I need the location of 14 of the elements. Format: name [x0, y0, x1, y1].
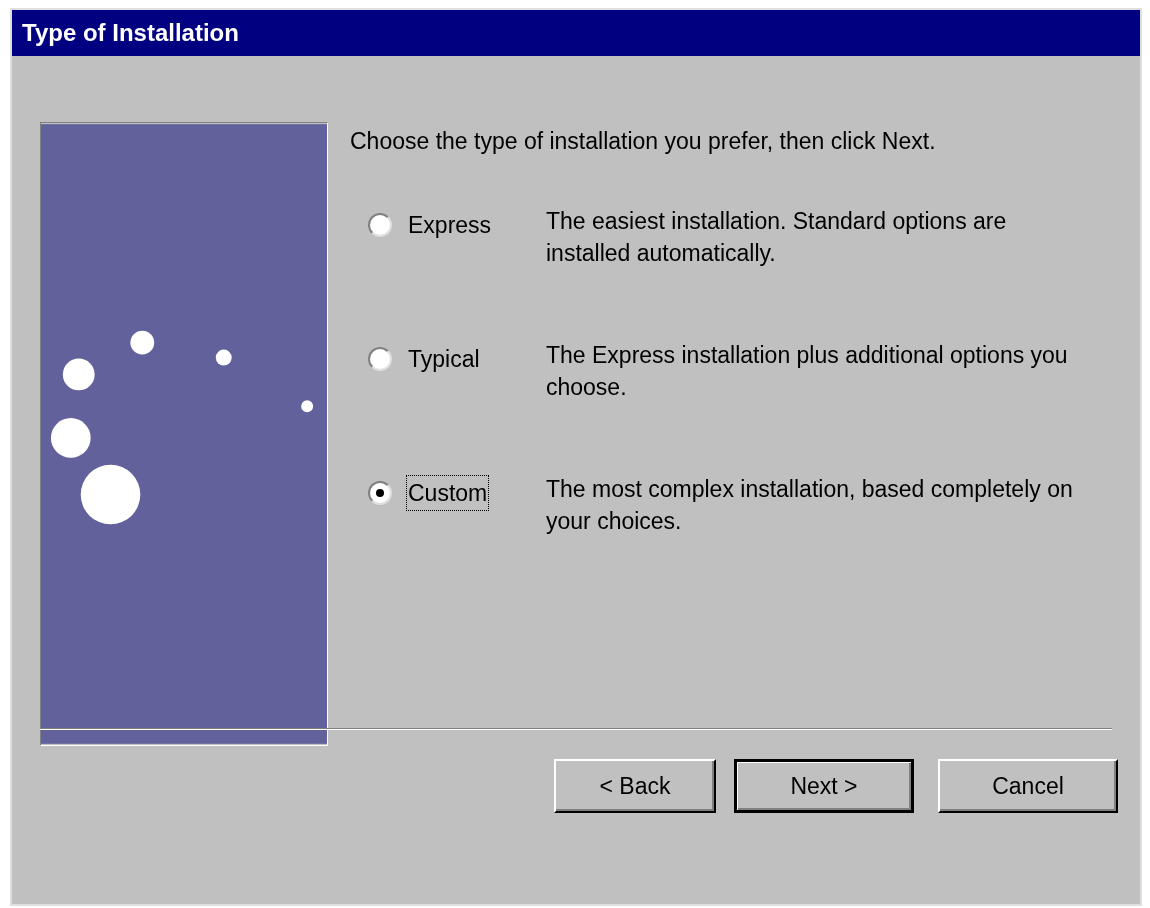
- option-label[interactable]: Custom: [406, 474, 490, 511]
- radio-button[interactable]: [368, 212, 392, 237]
- dialog-button[interactable]: Next >: [734, 759, 914, 813]
- option-description: The Express installation plus additional options you choose.: [546, 340, 1069, 402]
- instruction-text: Choose the type of installation you prefer, then click Next.: [350, 127, 937, 156]
- dialog-button[interactable]: < Back: [554, 759, 716, 813]
- window-title: Type of Installation: [22, 18, 239, 48]
- dialog-button[interactable]: Cancel: [938, 759, 1118, 813]
- option-label[interactable]: Express: [406, 206, 494, 243]
- radio-button[interactable]: [368, 346, 392, 371]
- option-description: The most complex installation, based completely on your choices.: [546, 474, 1074, 536]
- option-description: The easiest installation. Standard options are installed automatically.: [546, 206, 1008, 268]
- radio-button[interactable]: [368, 480, 392, 505]
- option-label[interactable]: Typical: [406, 340, 482, 377]
